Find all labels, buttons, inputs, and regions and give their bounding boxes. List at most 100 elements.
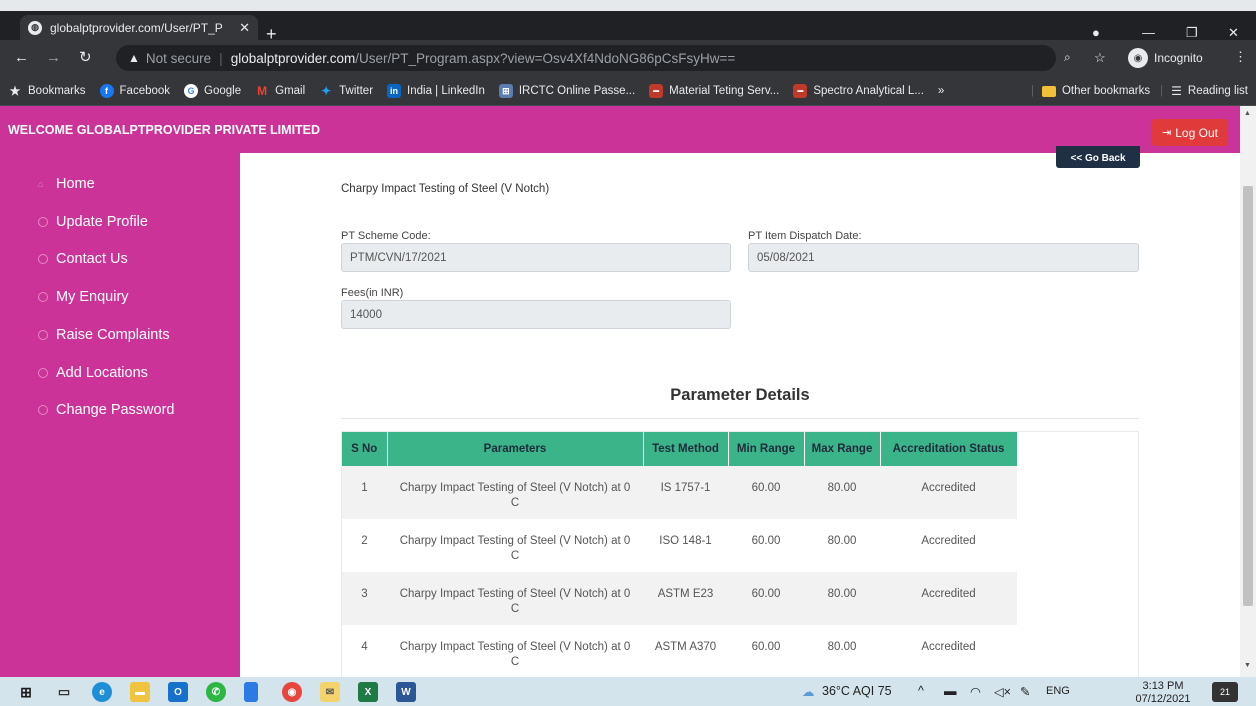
weather-text[interactable]: 36°C AQI 75	[822, 684, 892, 698]
notification-badge[interactable]: 21	[1212, 682, 1238, 702]
clock[interactable]: 3:13 PM 07/12/2021	[1133, 680, 1193, 706]
chrome-icon[interactable]: ◉	[282, 682, 302, 702]
edge-icon[interactable]: e	[92, 682, 112, 702]
scheme-code-field[interactable]: PTM/CVN/17/2021	[341, 243, 731, 272]
circle-icon	[38, 330, 48, 340]
browser-tab[interactable]: ◍ globalptprovider.com/User/PT_P ✕	[20, 15, 258, 40]
sidebar-item-label: Change Password	[56, 402, 175, 418]
bookmark-label: India | LinkedIn	[407, 84, 485, 97]
bookmark-item[interactable]: f Facebook	[99, 83, 170, 98]
table-cell: 60.00	[751, 535, 781, 547]
forward-arrow-icon[interactable]: →	[46, 50, 61, 65]
table-cell: ASTM E23	[643, 572, 728, 625]
sidebar-item-add-locations[interactable]: Add Locations	[38, 365, 148, 381]
bookmarks-overflow-icon[interactable]: »	[938, 85, 944, 97]
site-icon: ▬	[793, 83, 808, 98]
wifi-icon[interactable]: ◠	[970, 684, 981, 699]
sidebar-item-change-password[interactable]: Change Password	[38, 402, 175, 418]
linkedin-icon: in	[387, 83, 402, 98]
bookmark-item[interactable]: ★ Bookmarks	[8, 84, 86, 98]
phone-icon[interactable]	[244, 682, 258, 702]
pen-icon[interactable]: ✎	[1020, 684, 1030, 699]
bookmark-item[interactable]: G Google	[184, 83, 241, 98]
folder-icon	[1041, 85, 1056, 97]
excel-icon[interactable]: X	[358, 682, 378, 702]
scroll-up-icon[interactable]: ▲	[1244, 110, 1251, 117]
site-icon: ▬	[649, 83, 664, 98]
bookmark-item[interactable]: ⊞ IRCTC Online Passe...	[498, 83, 635, 98]
sidebar-item-contact-us[interactable]: Contact Us	[38, 251, 128, 267]
close-tab-icon[interactable]: ✕	[239, 20, 250, 36]
url-input[interactable]: ▲ Not secure | globalptprovider.com /Use…	[116, 45, 1056, 71]
back-arrow-icon[interactable]: ←	[14, 50, 29, 65]
page-scrollbar[interactable]: ▲ ▼	[1240, 106, 1256, 677]
other-bookmarks[interactable]: Other bookmarks	[1062, 85, 1150, 97]
sidebar-item-label: My Enquiry	[56, 289, 129, 305]
reload-icon[interactable]: ↻	[79, 50, 92, 65]
battery-icon[interactable]: ▬	[944, 684, 957, 698]
sidebar-item-raise-complaints[interactable]: Raise Complaints	[38, 327, 170, 343]
table-cell: ASTM A370	[654, 641, 717, 653]
reading-list[interactable]: Reading list	[1188, 85, 1248, 97]
language-indicator[interactable]: ENG	[1046, 685, 1070, 697]
sidebar-item-label: Raise Complaints	[56, 327, 170, 343]
notes-icon[interactable]: ✉	[320, 682, 340, 702]
incognito-indicator[interactable]: ◉ Incognito	[1128, 48, 1203, 68]
clock-date: 07/12/2021	[1135, 693, 1191, 705]
tab-search-icon[interactable]: ●	[1092, 25, 1100, 40]
go-back-button[interactable]: << Go Back	[1056, 146, 1140, 168]
table-cell: 60.00	[751, 641, 781, 653]
minimize-icon[interactable]: —	[1142, 25, 1155, 40]
word-icon[interactable]: W	[396, 682, 416, 702]
home-icon: ⌂	[38, 179, 44, 189]
menu-dots-icon[interactable]: ⋮	[1234, 50, 1247, 63]
whatsapp-icon[interactable]: ✆	[206, 682, 226, 702]
star-icon[interactable]: ☆	[1094, 51, 1106, 64]
circle-icon	[38, 292, 48, 302]
bookmark-label: Twitter	[339, 84, 374, 97]
star-icon: ★	[9, 83, 21, 98]
sidebar-item-home[interactable]: ⌂ Home	[38, 176, 95, 192]
sidebar-item-label: Home	[56, 176, 95, 192]
parameter-table: S No Parameters Test Method Min Range Ma…	[342, 432, 1018, 677]
logout-button[interactable]: ⇥ Log Out	[1152, 119, 1228, 146]
sidebar-item-my-enquiry[interactable]: My Enquiry	[38, 289, 129, 305]
outlook-icon[interactable]: O	[168, 682, 188, 702]
bookmarks-right: | Other bookmarks | ☰ Reading list	[1031, 76, 1248, 106]
not-secure-label: Not secure	[145, 50, 212, 66]
zoom-icon[interactable]: ⌕	[1064, 51, 1071, 63]
bookmark-item[interactable]: in India | LinkedIn	[387, 83, 485, 98]
bookmark-item[interactable]: M Gmail	[255, 84, 305, 98]
scroll-down-icon[interactable]: ▼	[1244, 662, 1251, 669]
table-cell: 80.00	[827, 641, 857, 653]
column-header: Parameters	[387, 432, 644, 466]
gmail-icon: M	[257, 83, 268, 98]
table-cell: Accredited	[880, 572, 1017, 625]
bookmark-item[interactable]: ▬ Material Teting Serv...	[649, 83, 779, 98]
maximize-icon[interactable]: ❐	[1186, 25, 1198, 41]
section-title: Parameter Details	[670, 386, 810, 404]
bookmark-divider: |	[1030, 85, 1034, 97]
bookmarks-bar: ★ Bookmarks f Facebook G Google M Gmail …	[0, 76, 1256, 106]
dispatch-date-field[interactable]: 05/08/2021	[748, 243, 1139, 272]
task-view-icon[interactable]: ▭	[54, 682, 74, 702]
site-header: WELCOME GLOBALPTPROVIDER PRIVATE LIMITED…	[0, 106, 1240, 153]
logout-icon: ⇥	[1162, 127, 1172, 139]
fees-field[interactable]: 14000	[341, 300, 731, 329]
bookmark-item[interactable]: ▬ Spectro Analytical L...	[793, 83, 924, 98]
bookmark-item[interactable]: ✦ Twitter	[319, 84, 373, 98]
tab-title: globalptprovider.com/User/PT_P	[50, 20, 223, 35]
windows-start-icon[interactable]: ⊞	[16, 682, 36, 702]
circle-icon	[38, 254, 48, 264]
volume-icon[interactable]: ◁×	[994, 684, 1011, 699]
incognito-icon: ◉	[1128, 48, 1148, 68]
table-cell: Charpy Impact Testing of Steel (V Notch)…	[387, 466, 643, 519]
close-window-icon[interactable]: ✕	[1228, 25, 1239, 41]
table-cell: Accredited	[921, 535, 976, 547]
chevron-up-icon[interactable]: ^	[918, 684, 924, 698]
scrollbar-thumb[interactable]	[1243, 186, 1253, 606]
sidebar-item-update-profile[interactable]: Update Profile	[38, 214, 148, 230]
table-cell: Charpy Impact Testing of Steel (V Notch)…	[387, 572, 643, 625]
file-explorer-icon[interactable]: ▬	[130, 682, 150, 702]
table-cell: 4	[361, 641, 368, 653]
